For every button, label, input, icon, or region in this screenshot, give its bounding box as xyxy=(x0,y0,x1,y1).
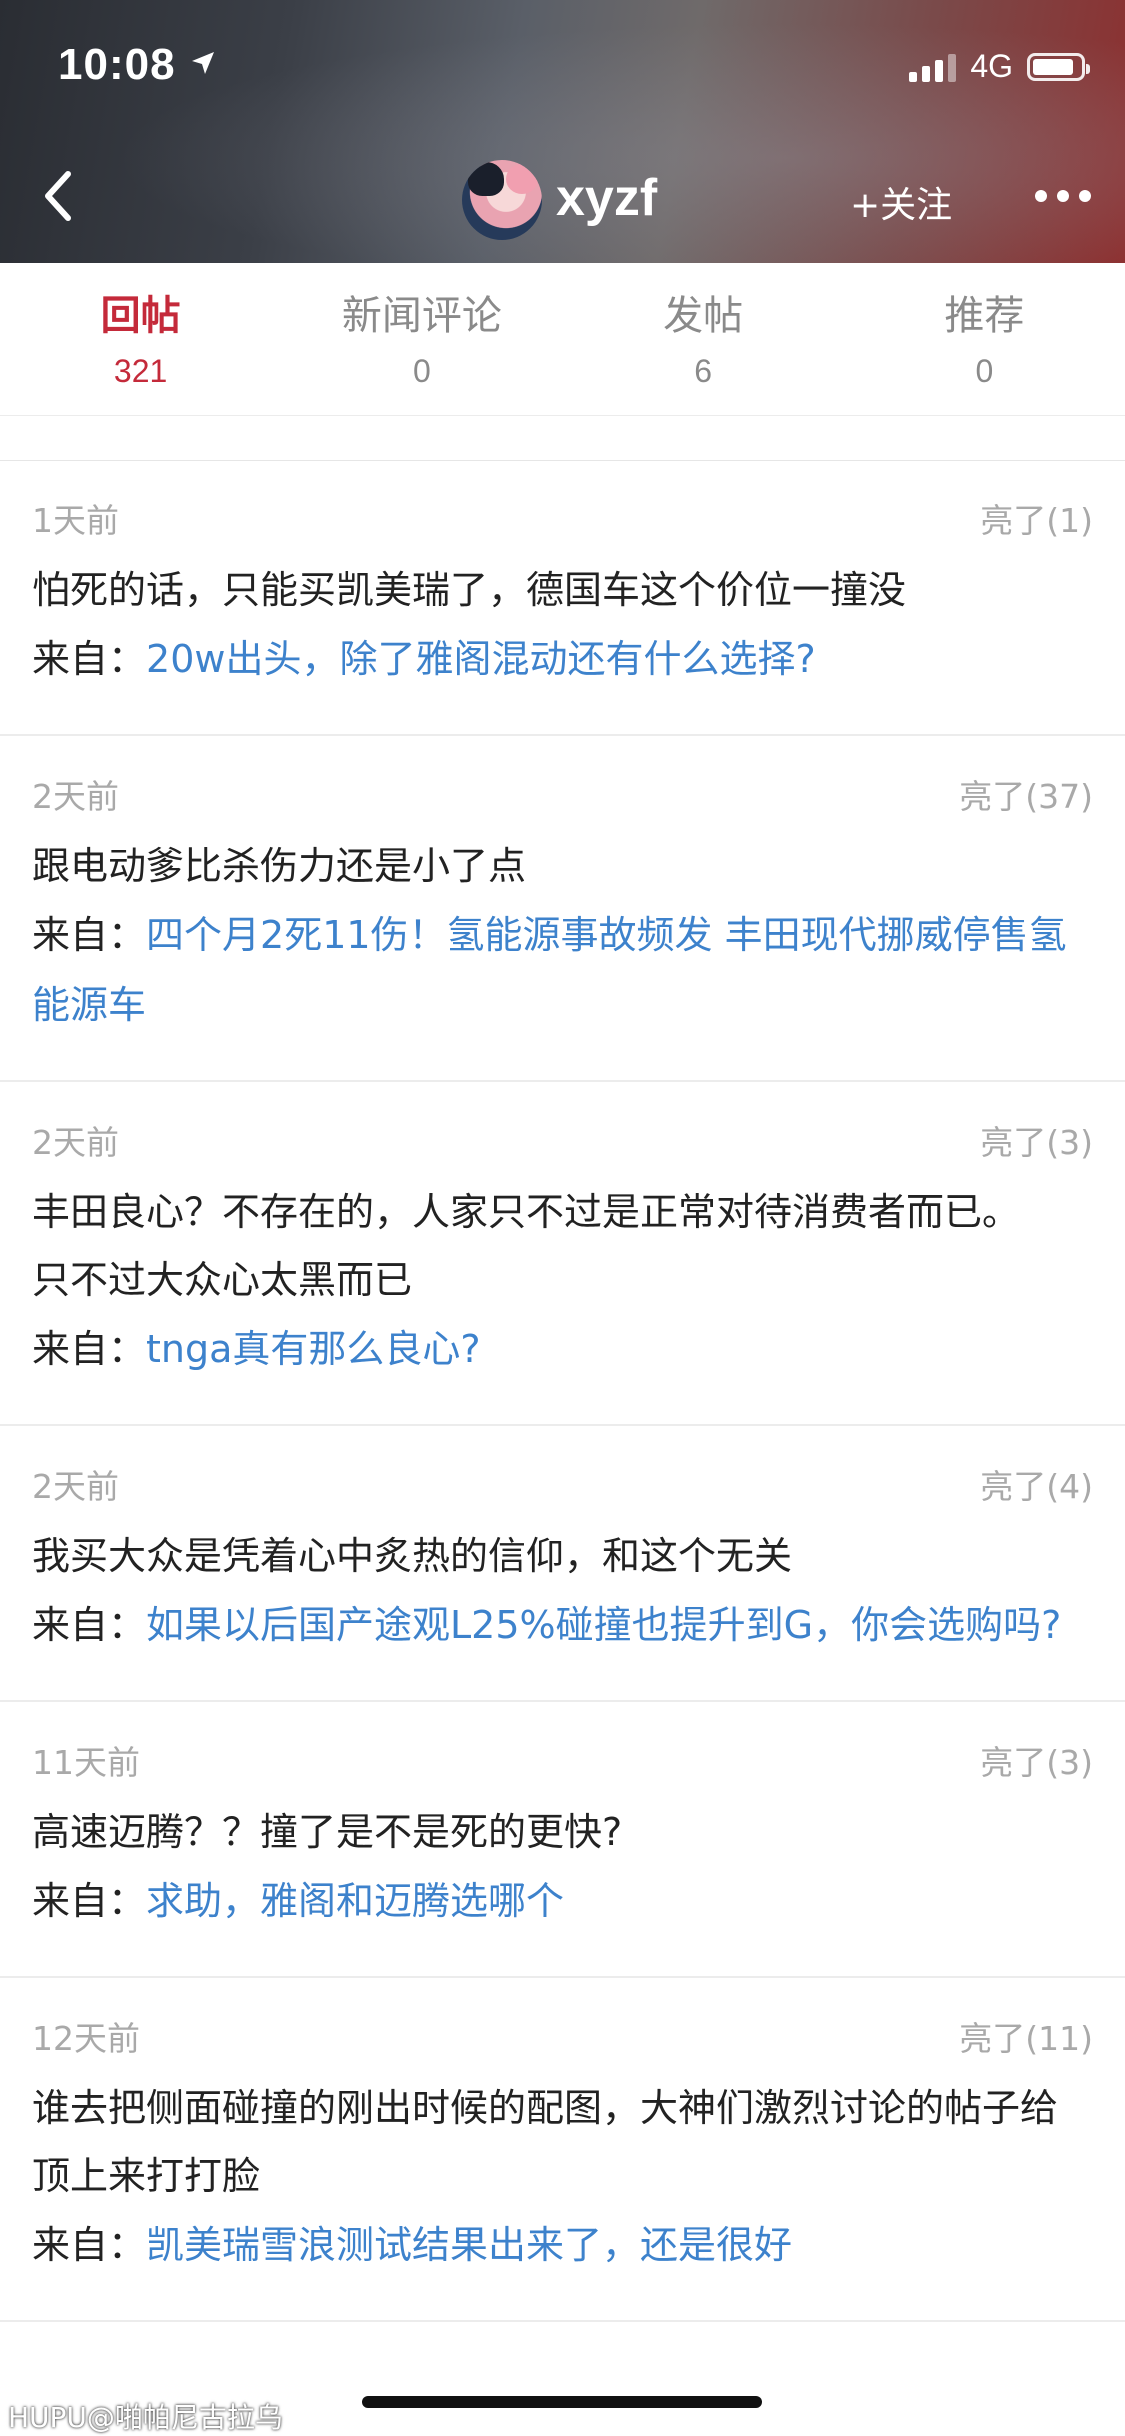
signal-icon xyxy=(909,52,957,82)
reply-content: 丰田良心？不存在的，人家只不过是正常对待消费者而已。 只不过大众心太黑而已 xyxy=(32,1190,1021,1302)
source-link[interactable]: 凯美瑞雪浪测试结果出来了，还是很好 xyxy=(146,2223,792,2267)
source-link[interactable]: tnga真有那么良心? xyxy=(146,1327,481,1371)
list-item[interactable]: 11天前 亮了(3) 高速迈腾？？撞了是不是死的更快? 来自：求助，雅阁和迈腾选… xyxy=(0,1702,1125,1978)
status-indicators: 4G xyxy=(909,48,1090,85)
source-prefix: 来自： xyxy=(32,637,147,681)
post-time: 1天前 xyxy=(32,501,119,540)
likes-count[interactable]: 亮了(3) xyxy=(980,1736,1093,1784)
tab-count: 321 xyxy=(113,353,168,389)
likes-count[interactable]: 亮了(11) xyxy=(959,2012,1093,2060)
source-prefix: 来自： xyxy=(32,1879,147,1923)
tab-count: 0 xyxy=(412,353,431,389)
source-prefix: 来自： xyxy=(32,1603,147,1647)
tab-label: 新闻评论 xyxy=(341,293,502,339)
tab-recommend[interactable]: 推荐 0 xyxy=(844,263,1125,415)
reply-content: 我买大众是凭着心中炙热的信仰，和这个无关 xyxy=(32,1534,793,1578)
divider xyxy=(0,416,1125,461)
reply-content: 怕死的话，只能买凯美瑞了，德国车这个价位一撞没 xyxy=(32,568,907,612)
reply-content: 跟电动爹比杀伤力还是小了点 xyxy=(32,844,527,888)
profile-tabs: 回帖 321 新闻评论 0 发帖 6 推荐 0 xyxy=(0,263,1125,416)
likes-count[interactable]: 亮了(4) xyxy=(980,1460,1093,1508)
avatar[interactable] xyxy=(462,160,542,240)
watermark: HUPU@啪帕尼古拉乌 xyxy=(8,2401,283,2434)
source-prefix: 来自： xyxy=(32,913,147,957)
more-icon[interactable] xyxy=(1035,190,1091,202)
list-item[interactable]: 2天前 亮了(37) 跟电动爹比杀伤力还是小了点 来自：四个月2死11伤！氢能源… xyxy=(0,736,1125,1082)
tab-label: 发帖 xyxy=(663,293,744,339)
location-arrow-icon xyxy=(190,50,216,80)
source-prefix: 来自： xyxy=(32,2223,147,2267)
tab-count: 6 xyxy=(694,353,713,389)
username: xyzf xyxy=(556,169,658,227)
profile-header: 10:08 4G xyzf +关注 xyxy=(0,0,1125,263)
post-time: 2天前 xyxy=(32,777,119,816)
list-item[interactable]: 2天前 亮了(4) 我买大众是凭着心中炙热的信仰，和这个无关 来自：如果以后国产… xyxy=(0,1426,1125,1702)
network-type: 4G xyxy=(970,48,1013,84)
tab-count: 0 xyxy=(975,353,994,389)
likes-count[interactable]: 亮了(37) xyxy=(959,770,1093,818)
list-item[interactable]: 1天前 亮了(1) 怕死的话，只能买凯美瑞了，德国车这个价位一撞没 来自：20w… xyxy=(0,460,1125,736)
likes-count[interactable]: 亮了(3) xyxy=(980,1116,1093,1164)
reply-content: 高速迈腾？？撞了是不是死的更快? xyxy=(32,1810,623,1854)
list-item[interactable]: 12天前 亮了(11) 谁去把侧面碰撞的刚出时候的配图，大神们激烈讨论的帖子给顶… xyxy=(0,1978,1125,2322)
source-link[interactable]: 四个月2死11伤！氢能源事故频发 丰田现代挪威停售氢能源车 xyxy=(32,913,1067,1027)
tab-news-comments[interactable]: 新闻评论 0 xyxy=(281,263,562,415)
source-prefix: 来自： xyxy=(32,1327,147,1371)
post-time: 2天前 xyxy=(32,1467,119,1506)
post-time: 2天前 xyxy=(32,1123,119,1162)
reply-list: 1天前 亮了(1) 怕死的话，只能买凯美瑞了，德国车这个价位一撞没 来自：20w… xyxy=(0,460,1125,2322)
home-indicator[interactable] xyxy=(362,2396,762,2408)
tab-label: 回帖 xyxy=(100,293,181,339)
likes-count[interactable]: 亮了(1) xyxy=(980,494,1093,542)
list-item[interactable]: 2天前 亮了(3) 丰田良心？不存在的，人家只不过是正常对待消费者而已。 只不过… xyxy=(0,1082,1125,1426)
post-time: 11天前 xyxy=(32,1743,140,1782)
status-time: 10:08 xyxy=(58,40,176,89)
source-link[interactable]: 20w出头，除了雅阁混动还有什么选择? xyxy=(146,637,816,681)
battery-icon xyxy=(1027,52,1090,81)
tab-posts[interactable]: 发帖 6 xyxy=(563,263,844,415)
tab-label: 推荐 xyxy=(944,293,1025,339)
post-time: 12天前 xyxy=(32,2019,140,2058)
reply-content: 谁去把侧面碰撞的刚出时候的配图，大神们激烈讨论的帖子给顶上来打打脸 xyxy=(32,2086,1059,2198)
back-icon[interactable] xyxy=(38,168,78,224)
tab-replies[interactable]: 回帖 321 xyxy=(0,263,281,415)
source-link[interactable]: 如果以后国产途观L25%碰撞也提升到G，你会选购吗? xyxy=(146,1603,1061,1647)
follow-button[interactable]: +关注 xyxy=(850,176,952,228)
source-link[interactable]: 求助，雅阁和迈腾选哪个 xyxy=(146,1879,564,1923)
